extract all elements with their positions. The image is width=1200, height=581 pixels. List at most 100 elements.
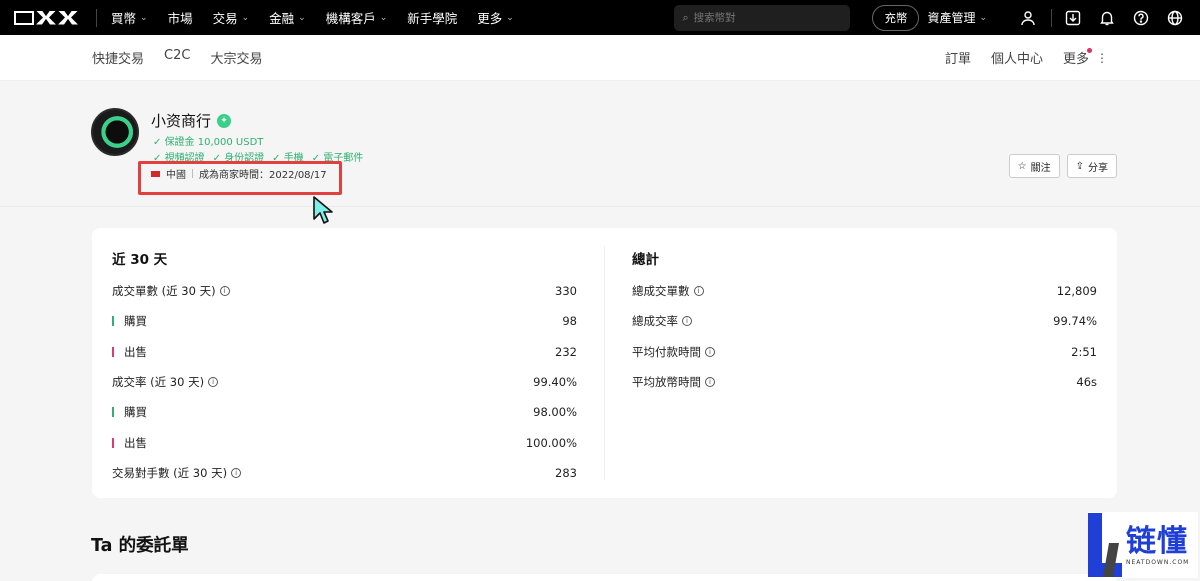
subnav-item-2[interactable]: 大宗交易 <box>210 48 262 67</box>
download-icon[interactable] <box>1060 5 1086 31</box>
asset-management-label: 資產管理 <box>927 11 976 25</box>
subnav-right-item-0[interactable]: 訂單 <box>945 48 971 67</box>
avatar <box>91 108 139 156</box>
nav-item-2[interactable]: 交易 ⌄ <box>213 8 250 27</box>
stat-row: 交易對手數 (近 30 天) i 283 <box>112 458 577 488</box>
stats-30d-title: 近 30 天 <box>112 252 168 268</box>
stat-label-text: 總成交單數 <box>632 284 690 299</box>
stat-value: 99.74% <box>1053 314 1097 329</box>
subnav-left: 快捷交易 C2C 大宗交易 <box>92 48 282 67</box>
nav-item-1[interactable]: 市場 <box>168 8 193 27</box>
watermark-en: NEATDOWN.COM <box>1126 558 1190 566</box>
nav-item-3[interactable]: 金融 ⌄ <box>269 8 306 27</box>
column-divider <box>604 246 605 480</box>
sell-indicator <box>112 437 114 448</box>
stat-value: 2:51 <box>1071 344 1097 359</box>
search-input[interactable] <box>693 11 834 24</box>
asset-management-menu[interactable]: 資產管理 ⌄ <box>927 9 987 26</box>
subnav-item-0[interactable]: 快捷交易 <box>92 48 144 67</box>
stat-row: 成交率 (近 30 天) i 99.40% <box>112 367 577 397</box>
orders-card <box>92 574 1117 581</box>
nav-item-label: 金融 <box>269 11 295 26</box>
info-icon[interactable]: i <box>219 286 230 297</box>
nav-item-label: 新手學院 <box>407 11 458 26</box>
info-icon[interactable]: i <box>682 316 692 327</box>
nav-item-5[interactable]: 新手學院 <box>407 8 457 27</box>
stat-value: 100.00% <box>525 435 577 450</box>
stat-label-text: 平均付款時間 <box>632 344 701 359</box>
stat-label: 平均放幣時間 i <box>632 374 715 390</box>
stats-total: 總計 總成交單數 i 12,809 總成交率 i 99.74% 平均付款時間 i 2:51 平均放… <box>632 228 1097 397</box>
stat-label-text: 平均放幣時間 <box>632 375 701 390</box>
top-navbar: 買幣⌄市場交易⌄金融⌄機構客戶⌄新手學院更多⌄ ⌕ 充幣 資產管理 ⌄ <box>0 0 1200 35</box>
info-icon[interactable]: i <box>693 286 704 297</box>
info-icon[interactable]: i <box>231 467 242 478</box>
merchant-name: 小资商行 ✦ <box>151 110 232 131</box>
stat-label-text: 出售 <box>124 344 147 359</box>
subnav-item-1[interactable]: C2C <box>164 48 190 67</box>
info-icon[interactable]: i <box>705 346 715 357</box>
notification-dot <box>1087 48 1092 53</box>
stat-value: 99.40% <box>533 375 577 390</box>
stat-value: 98.00% <box>533 405 577 420</box>
chevron-down-icon: ⌄ <box>979 12 987 23</box>
deposit-info: ✓ 保證金 10,000 USDT <box>153 133 263 148</box>
nav-item-label: 交易 <box>212 11 238 26</box>
stat-label: 交易對手數 (近 30 天) i <box>112 465 242 481</box>
watermark: 链懂 NEATDOWN.COM <box>1088 512 1198 578</box>
stat-row: 成交單數 (近 30 天) i 330 <box>112 276 577 306</box>
stat-label: 總成交率 i <box>632 313 692 329</box>
stat-row: 購買 98 <box>112 306 577 336</box>
search-box[interactable]: ⌕ <box>674 4 851 31</box>
kebab-menu-icon[interactable]: ⋮ <box>1096 51 1108 65</box>
subnav-right-item-2[interactable]: 更多 <box>1063 48 1089 67</box>
toolbar-divider <box>1051 8 1052 27</box>
follow-button[interactable]: ☆ 關注 <box>1008 154 1060 178</box>
mouse-cursor-icon <box>313 196 333 224</box>
info-icon[interactable]: i <box>705 377 715 388</box>
user-icon[interactable] <box>1015 5 1041 31</box>
bell-icon[interactable] <box>1094 5 1120 31</box>
watermark-logo-icon <box>1088 513 1122 577</box>
stat-label: 總成交單數 i <box>632 283 704 299</box>
subnav-right-item-1[interactable]: 個人中心 <box>991 48 1043 67</box>
nav-item-label: 市場 <box>167 11 193 26</box>
info-icon[interactable]: i <box>208 377 219 388</box>
logo-x <box>36 10 56 25</box>
watermark-cn: 链懂 <box>1126 523 1188 559</box>
nav-item-6[interactable]: 更多 ⌄ <box>477 8 514 27</box>
nav-item-4[interactable]: 機構客戶 ⌄ <box>326 8 388 27</box>
stat-label-text: 購買 <box>124 314 147 329</box>
stat-label-text: 成交率 (近 30 天) <box>112 375 205 390</box>
annotation-highlight-box <box>138 161 342 195</box>
logo-x <box>58 10 78 25</box>
okx-logo[interactable] <box>14 10 78 25</box>
search-icon: ⌕ <box>682 10 689 24</box>
stat-label-text: 總成交率 <box>632 314 678 329</box>
watermark-text: 链懂 NEATDOWN.COM <box>1126 523 1190 566</box>
subnav-right: 訂單 個人中心 更多 ⋮ <box>925 48 1108 67</box>
help-icon[interactable] <box>1128 5 1154 31</box>
deposit-button[interactable]: 充幣 <box>872 4 920 31</box>
share-label: 分享 <box>1088 162 1108 174</box>
nav-item-0[interactable]: 買幣 ⌄ <box>111 8 148 27</box>
stat-row: 平均放幣時間 i 46s <box>632 367 1097 397</box>
stat-label: 購買 <box>112 404 147 420</box>
sub-navbar: 快捷交易 C2C 大宗交易 訂單 個人中心 更多 ⋮ <box>0 35 1200 81</box>
chevron-down-icon: ⌄ <box>506 12 514 23</box>
share-button[interactable]: ⇪ 分享 <box>1066 154 1117 178</box>
chevron-down-icon: ⌄ <box>379 12 388 23</box>
stat-row: 購買 98.00% <box>112 397 577 427</box>
logo-square <box>14 10 34 25</box>
globe-icon[interactable] <box>1162 5 1188 31</box>
stat-value: 232 <box>555 344 577 359</box>
stat-row: 出售 100.00% <box>112 427 577 457</box>
share-icon: ⇪ <box>1075 160 1084 172</box>
stat-value: 98 <box>562 314 577 329</box>
stat-value: 12,809 <box>1056 284 1097 299</box>
stat-label: 平均付款時間 i <box>632 344 715 360</box>
check-icon: ✓ <box>153 137 165 148</box>
chevron-down-icon: ⌄ <box>140 12 148 23</box>
stat-label-text: 成交單數 (近 30 天) <box>112 284 216 299</box>
orders-section-title: Ta 的委託單 <box>91 536 189 556</box>
